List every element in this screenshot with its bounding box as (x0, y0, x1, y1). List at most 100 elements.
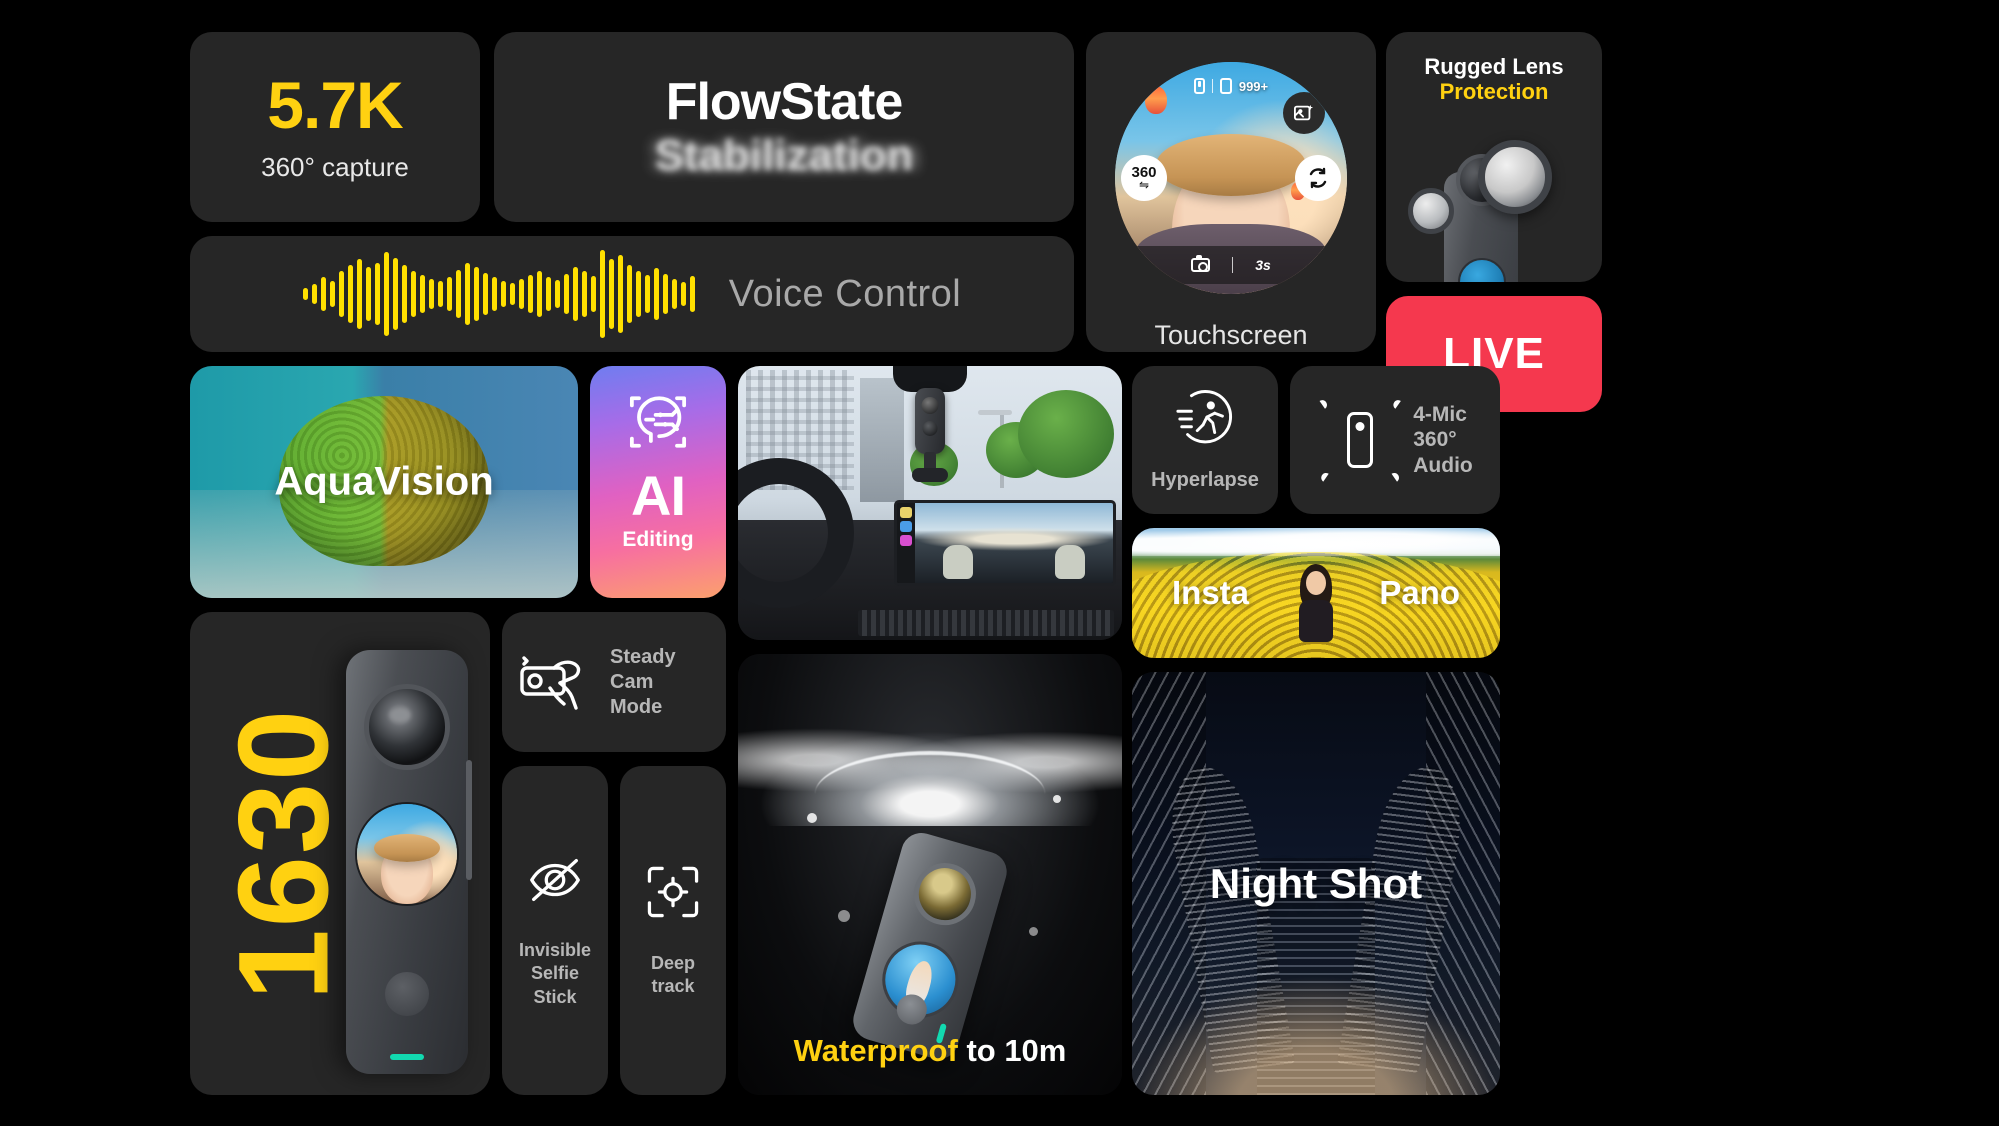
waveform-bar (689, 276, 695, 312)
camera-sound-waves-icon: ◗ ◗ ◗ ◗ (1311, 389, 1410, 492)
inv-line-3: Stick (533, 986, 577, 1007)
infotainment-screen[interactable] (894, 500, 1116, 586)
card-touchscreen[interactable]: 999+ 360 ⇋ 3s Touchscreen (1086, 32, 1376, 352)
water-droplet (1028, 927, 1038, 937)
card-flowstate[interactable]: FlowState Stabilization (494, 32, 1074, 222)
waveform-bar (347, 265, 353, 323)
mic-line-3: Audio (1413, 453, 1473, 477)
water-droplet (807, 812, 818, 823)
ai-title: AI (631, 464, 686, 527)
air-vent (858, 610, 1114, 636)
waveform-bar (617, 255, 623, 333)
waveform-bar (356, 259, 362, 329)
card-aquavision[interactable]: AquaVision (190, 366, 578, 598)
waveform-bar (482, 273, 488, 315)
deep-line-2: track (651, 976, 695, 996)
waveform-bar (536, 271, 542, 317)
card-waterproof[interactable]: Waterproof to 10m (738, 654, 1122, 1095)
shutter-icon[interactable] (1191, 255, 1211, 272)
gallery-icon[interactable] (1283, 92, 1325, 134)
water-droplet (1052, 795, 1061, 804)
waveform-bar (608, 259, 614, 329)
waveform-bar (581, 271, 587, 317)
audio-waveform-icon (302, 250, 695, 338)
camera-lens (906, 855, 984, 933)
rugged-subtitle: Protection (1439, 79, 1549, 105)
card-voice-control[interactable]: Voice Control (190, 236, 1074, 352)
touchscreen-preview[interactable]: 999+ 360 ⇋ 3s (1115, 62, 1347, 294)
card-ai-editing[interactable]: AI Editing (590, 366, 726, 598)
card-resolution[interactable]: 5.7K 360° capture (190, 32, 480, 222)
waveform-bar (338, 271, 344, 317)
card-dashcam[interactable] (738, 366, 1122, 640)
divider (1211, 79, 1213, 93)
card-insta-pano[interactable]: Insta Pano (1132, 528, 1500, 658)
subject-hat (374, 834, 440, 862)
card-steady-cam[interactable]: Steady Cam Mode (502, 612, 726, 752)
waveform-bar (311, 284, 317, 304)
waveform-bar (518, 279, 524, 309)
app-icon (900, 521, 912, 532)
mic-line-2: 360° (1413, 428, 1457, 452)
deep-line-1: Deep (650, 952, 695, 973)
waveform-bar (329, 281, 335, 307)
waveform-bar (419, 275, 425, 313)
flowstate-subtitle: Stabilization (654, 131, 914, 181)
waveform-bar (509, 283, 515, 305)
card-camera-1630[interactable]: 1630 (190, 612, 490, 1095)
side-button (466, 760, 472, 880)
hand-holding-camera-icon (516, 648, 600, 717)
waveform-bar (563, 274, 569, 314)
card-invisible-selfie-stick[interactable]: Invisible Selfie Stick (502, 766, 608, 1095)
sound-wave-icon: ◗ (1384, 388, 1410, 417)
sd-card-icon (1219, 78, 1232, 94)
waveform-bar (572, 267, 578, 321)
waveform-bar (392, 258, 398, 330)
mic-line-1: 4-Mic (1413, 402, 1467, 426)
shutter-button (385, 972, 429, 1016)
model-number: 1630 (212, 707, 356, 1000)
camera-feed (915, 503, 1113, 583)
waveform-bar (455, 270, 461, 318)
waveform-bar (554, 280, 560, 308)
ai-subtitle: Editing (622, 528, 694, 551)
seat (1055, 545, 1085, 579)
eye-slash-icon (524, 852, 586, 913)
mounted-camera (915, 388, 945, 454)
steady-line-3: Mode (610, 695, 663, 718)
waveform-bar (428, 279, 434, 309)
steady-line-1: Steady (610, 645, 676, 668)
camera-display (355, 802, 459, 906)
card-night-shot[interactable]: Night Shot (1132, 672, 1500, 1095)
card-hyperlapse[interactable]: Hyperlapse (1132, 366, 1278, 514)
card-deep-track[interactable]: Deep track (620, 766, 726, 1095)
flip-camera-icon[interactable] (1295, 155, 1341, 201)
flowstate-title: FlowState (665, 72, 904, 131)
waveform-bar (644, 275, 650, 313)
camera-body (346, 650, 472, 1074)
waveform-bar (653, 268, 659, 320)
hyperlapse-label: Hyperlapse (1151, 469, 1259, 491)
waveform-bar (302, 288, 308, 300)
city-glow (1132, 975, 1500, 1095)
rugged-title: Rugged Lens (1424, 54, 1564, 79)
card-rugged-lens[interactable]: Rugged Lens Protection (1386, 32, 1602, 282)
waveform-bar (437, 281, 443, 307)
pano-label-right: Pano (1379, 574, 1460, 611)
waveform-bar (527, 275, 533, 313)
waveform-bar (626, 265, 632, 323)
pano-label-left: Insta (1172, 574, 1250, 611)
lens-guard-primary (1478, 140, 1552, 214)
waveform-bar (401, 265, 407, 323)
capture-bar: 3s (1115, 246, 1347, 284)
sound-wave-icon: ◗ (1310, 463, 1337, 492)
steady-line-2: Cam (610, 670, 654, 693)
waveform-bar (590, 276, 596, 312)
360-mode-icon[interactable]: 360 ⇋ (1121, 155, 1167, 201)
inv-line-1: Invisible (518, 939, 592, 960)
card-mic-audio[interactable]: ◗ ◗ ◗ ◗ 4-Mic 360° Audio (1290, 366, 1500, 514)
waterproof-highlight: Waterproof (793, 1033, 958, 1068)
mic-audio-label: 4-Mic 360° Audio (1413, 402, 1472, 479)
divider (1232, 257, 1234, 273)
waveform-bar (671, 279, 677, 309)
